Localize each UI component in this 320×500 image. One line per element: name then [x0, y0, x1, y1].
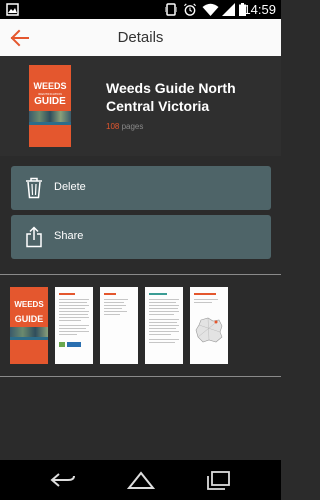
alarm-icon [184, 3, 196, 16]
page-thumbnail-4[interactable] [145, 287, 183, 364]
thumb-text-line [59, 305, 89, 306]
thumb-text-line [59, 314, 88, 315]
image-notification-icon [6, 3, 19, 16]
thumb-text-line [149, 342, 175, 343]
page-count: 108 pages [106, 122, 143, 131]
nav-back-icon[interactable] [50, 472, 76, 488]
page-thumbnail-1[interactable]: WEEDS GUIDE [10, 287, 48, 364]
share-button[interactable]: Share [11, 215, 271, 259]
wifi-icon [202, 3, 219, 16]
app-bar: Details [0, 19, 281, 56]
cover-stripe [29, 122, 71, 125]
book-header: WEEDS IDENTIFICATION GUIDE Weeds Guide N… [0, 56, 281, 156]
page-thumbnail-5[interactable] [190, 287, 228, 364]
thumb-text-line [149, 322, 177, 323]
thumb-text-line [149, 311, 179, 312]
thumb-text-line [104, 311, 127, 312]
thumb-text-line [59, 317, 89, 318]
thumb-text-line [149, 305, 179, 306]
book-cover: WEEDS IDENTIFICATION GUIDE [29, 65, 71, 147]
thumb-text-line [104, 299, 128, 300]
book-title: Weeds Guide North Central Victoria [106, 80, 236, 114]
share-icon [26, 226, 42, 248]
thumb-text-line [194, 302, 212, 303]
thumb-text-line [149, 328, 176, 329]
delete-button[interactable]: Delete [11, 166, 271, 210]
thumb-photo-band [10, 327, 48, 337]
page-title: Details [117, 29, 164, 46]
thumb-text-line [59, 325, 89, 326]
thumb-stripe [10, 337, 48, 340]
thumb-text-line [194, 299, 218, 300]
thumb-text-line [149, 302, 176, 303]
page-thumbnail-3[interactable] [100, 287, 138, 364]
trash-icon [26, 177, 42, 199]
thumb-title-line2: GUIDE [14, 314, 44, 324]
preview-divider-bottom [0, 376, 281, 377]
thumb-logo [59, 342, 65, 347]
thumb-text-line [59, 311, 89, 312]
thumb-text-line [59, 328, 86, 329]
thumb-heading [149, 293, 167, 295]
thumb-text-line [149, 314, 174, 315]
cover-photo-band [29, 111, 71, 122]
thumb-text-line [59, 308, 85, 309]
thumb-text-line [59, 302, 87, 303]
thumb-text-line [59, 299, 89, 300]
thumb-text-line [59, 334, 77, 335]
nav-home-icon[interactable] [127, 470, 155, 490]
status-time: 14:59 [243, 2, 276, 17]
navigation-bar [0, 460, 281, 500]
thumb-heading [59, 293, 75, 295]
thumb-heading [104, 293, 116, 295]
delete-label: Delete [54, 181, 86, 193]
thumb-text-line [149, 334, 171, 335]
signal-icon [222, 3, 235, 16]
preview-divider-top [0, 274, 281, 275]
thumb-logo [67, 342, 81, 347]
page-count-value: 108 [106, 122, 120, 131]
thumb-text-line [149, 331, 179, 332]
thumb-heading [194, 293, 216, 295]
region-map [195, 317, 223, 343]
thumb-text-line [104, 314, 120, 315]
thumb-text-line [149, 299, 179, 300]
page-count-label: pages [119, 122, 144, 131]
thumb-text-line [104, 302, 124, 303]
thumb-text-line [149, 325, 179, 326]
thumb-text-line [149, 308, 178, 309]
ringer-icon [165, 3, 177, 16]
thumb-text-line [104, 308, 122, 309]
share-label: Share [54, 230, 84, 242]
status-bar: 14:59 [0, 0, 281, 19]
thumb-text-line [149, 339, 179, 340]
thumb-text-line [149, 319, 179, 320]
thumb-title-line1: WEEDS [14, 300, 44, 309]
page-thumbnail-2[interactable] [55, 287, 93, 364]
cover-title-line1: WEEDS [33, 81, 67, 91]
cover-title-line2: GUIDE [34, 96, 66, 107]
nav-recent-apps-icon[interactable] [206, 471, 230, 490]
thumb-text-line [59, 320, 81, 321]
thumb-text-line [59, 331, 89, 332]
thumb-text-line [104, 305, 126, 306]
